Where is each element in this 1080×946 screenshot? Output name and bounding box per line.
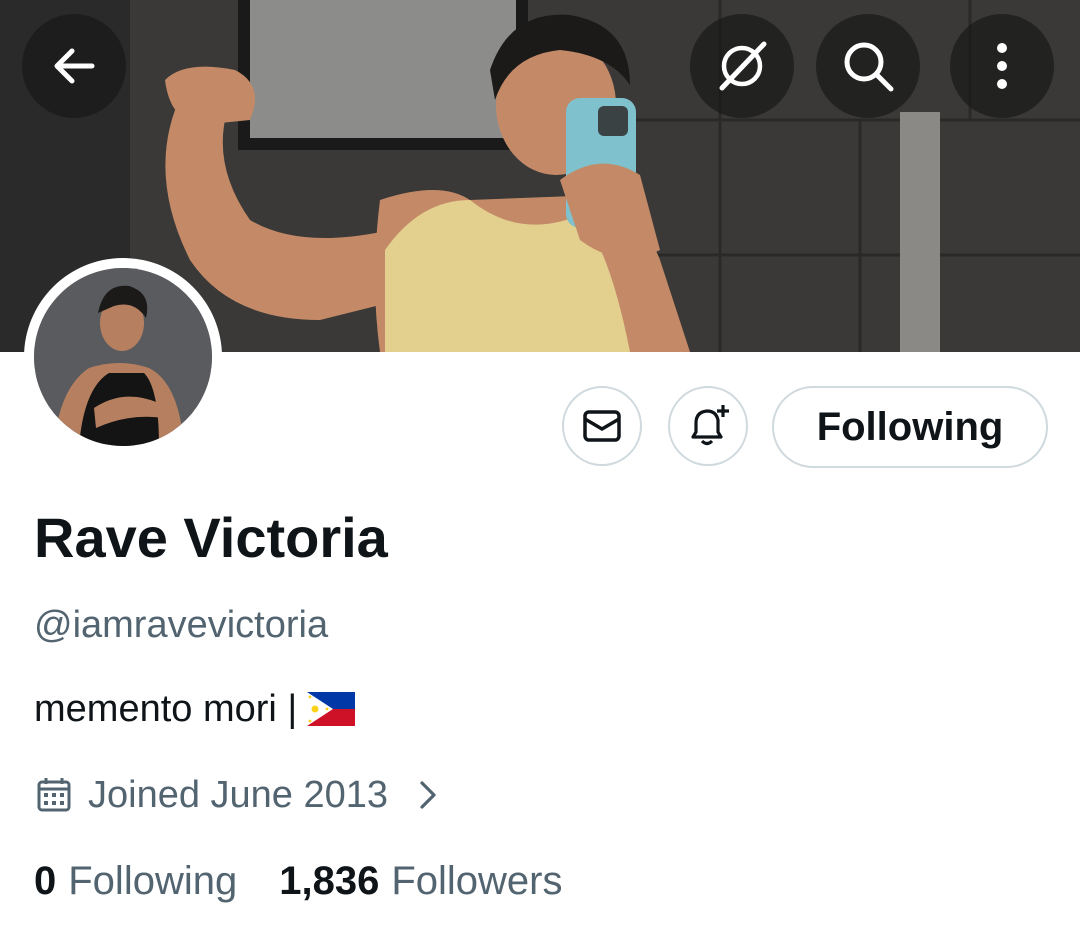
grok-icon (719, 41, 767, 91)
notify-button[interactable] (668, 386, 748, 466)
avatar-photo (34, 268, 212, 446)
profile-handle: @iamravevictoria (34, 604, 329, 646)
following-count: 0 (34, 859, 57, 903)
followers-count: 1,836 (279, 859, 380, 903)
arrow-left-icon (54, 48, 95, 84)
bell-plus-icon (691, 405, 729, 446)
followers-label: Followers (391, 859, 563, 903)
profile-avatar[interactable] (24, 258, 222, 456)
more-vertical-icon (997, 43, 1007, 89)
grok-button[interactable] (690, 14, 794, 118)
profile-stats: 0 Following 1,836 Followers (34, 856, 604, 906)
philippines-flag-icon (307, 692, 356, 726)
profile-bio: memento mori | (34, 686, 356, 732)
more-button[interactable] (950, 14, 1054, 118)
search-icon (844, 42, 894, 92)
following-stat[interactable]: 0 Following (34, 856, 237, 906)
search-button[interactable] (816, 14, 920, 118)
calendar-icon (37, 778, 71, 812)
envelope-icon (583, 410, 621, 442)
message-button[interactable] (562, 386, 642, 466)
following-label: Following (68, 859, 238, 903)
profile-name: Rave Victoria (34, 506, 388, 569)
chevron-right-icon (420, 781, 436, 809)
joined-text: Joined June 2013 (88, 774, 389, 816)
back-button[interactable] (22, 14, 126, 118)
bio-text: memento mori | (34, 688, 298, 730)
joined-date[interactable]: Joined June 2013 (34, 770, 442, 820)
following-button[interactable]: Following (772, 386, 1048, 468)
followers-stat[interactable]: 1,836 Followers (279, 856, 562, 906)
